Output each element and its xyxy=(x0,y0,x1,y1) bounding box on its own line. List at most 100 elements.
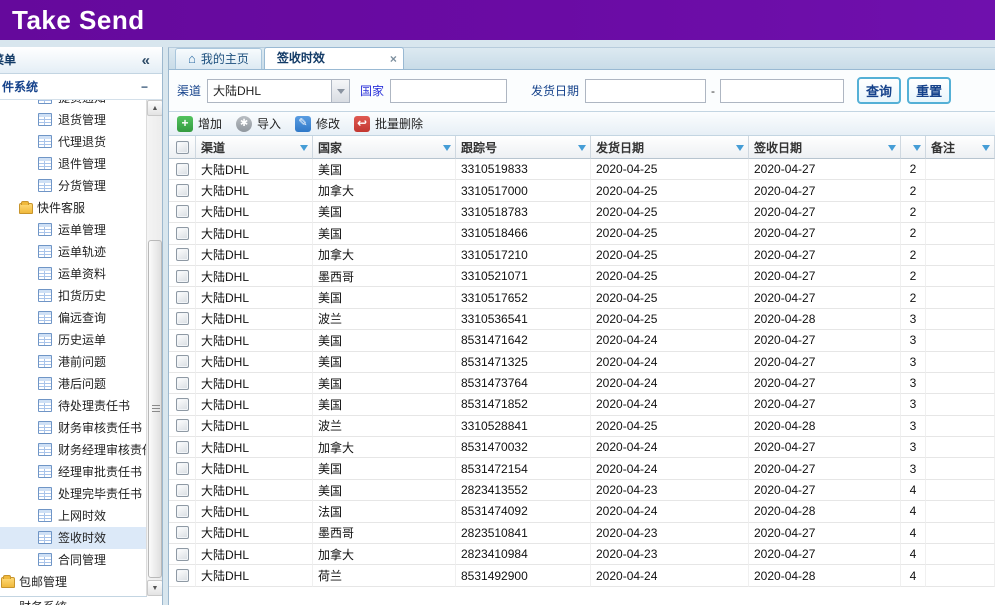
sidebar-item[interactable]: 港后问题 xyxy=(0,373,147,395)
sidebar-item[interactable]: 运单轨迹 xyxy=(0,241,147,263)
table-row[interactable]: 大陆DHL加拿大33105172102020-04-252020-04-272 xyxy=(169,245,995,266)
row-checkbox[interactable] xyxy=(176,441,189,454)
table-row[interactable]: 大陆DHL加拿大28234109842020-04-232020-04-274 xyxy=(169,544,995,565)
row-checkbox[interactable] xyxy=(176,334,189,347)
table-row[interactable]: 大陆DHL加拿大85314700322020-04-242020-04-273 xyxy=(169,437,995,458)
ship-date-from-input[interactable] xyxy=(585,79,706,103)
row-checkbox[interactable] xyxy=(176,569,189,582)
column-header-days[interactable] xyxy=(901,136,926,159)
row-checkbox[interactable] xyxy=(176,548,189,561)
sidebar-item[interactable]: 退货管理 xyxy=(0,109,147,131)
table-row[interactable]: 大陆DHL美国85314713252020-04-242020-04-273 xyxy=(169,352,995,373)
row-checkbox[interactable] xyxy=(176,526,189,539)
tab-sign-time[interactable]: 签收时效 × xyxy=(264,47,404,69)
sidebar-item[interactable]: 运单资料 xyxy=(0,263,147,285)
sidebar-scrollbar[interactable]: ▲ ▼ xyxy=(146,100,162,596)
row-checkbox[interactable] xyxy=(176,248,189,261)
sidebar-item[interactable]: 历史运单 xyxy=(0,329,147,351)
row-checkbox[interactable] xyxy=(176,484,189,497)
row-checkbox[interactable] xyxy=(176,205,189,218)
scroll-up-icon[interactable]: ▲ xyxy=(147,100,163,116)
batch-delete-button[interactable]: ↩ 批量删除 xyxy=(354,115,423,132)
row-checkbox[interactable] xyxy=(176,184,189,197)
select-all-checkbox[interactable] xyxy=(176,141,189,154)
table-row[interactable]: 大陆DHL美国85314737642020-04-242020-04-273 xyxy=(169,373,995,394)
row-checkbox[interactable] xyxy=(176,291,189,304)
filter-icon[interactable] xyxy=(736,145,744,151)
collapse-sidebar-icon[interactable]: « xyxy=(142,47,150,74)
sidebar-item[interactable]: 快件客服 xyxy=(0,197,147,219)
row-checkbox[interactable] xyxy=(176,505,189,518)
column-header-tracking[interactable]: 跟踪号 xyxy=(456,136,591,159)
table-row[interactable]: 大陆DHL法国85314740922020-04-242020-04-284 xyxy=(169,501,995,522)
sidebar-item[interactable]: 分货管理 xyxy=(0,175,147,197)
filter-icon[interactable] xyxy=(578,145,586,151)
sidebar-item[interactable]: 代理退货 xyxy=(0,131,147,153)
sidebar-item[interactable]: 经理审批责任书 xyxy=(0,461,147,483)
tab-home[interactable]: ⌂我的主页 xyxy=(175,48,262,69)
row-checkbox[interactable] xyxy=(176,312,189,325)
table-row[interactable]: 大陆DHL美国33105198332020-04-252020-04-272 xyxy=(169,159,995,180)
table-row[interactable]: 大陆DHL波兰33105288412020-04-252020-04-283 xyxy=(169,416,995,437)
filter-icon[interactable] xyxy=(913,145,921,151)
column-header-country[interactable]: 国家 xyxy=(313,136,456,159)
minus-icon[interactable]: − xyxy=(141,74,148,100)
table-row[interactable]: 大陆DHL墨西哥28235108412020-04-232020-04-274 xyxy=(169,523,995,544)
add-button[interactable]: + 增加 xyxy=(177,115,222,132)
column-header-channel[interactable]: 渠道 xyxy=(196,136,313,159)
filter-icon[interactable] xyxy=(443,145,451,151)
table-row[interactable]: 大陆DHL美国28234135522020-04-232020-04-274 xyxy=(169,480,995,501)
table-row[interactable]: 大陆DHL美国85314716422020-04-242020-04-273 xyxy=(169,330,995,351)
column-header-sign-date[interactable]: 签收日期 xyxy=(749,136,901,159)
sidebar-item[interactable]: 财务经理审核责任书 xyxy=(0,439,147,461)
table-row[interactable]: 大陆DHL美国85314718522020-04-242020-04-273 xyxy=(169,394,995,415)
table-row[interactable]: 大陆DHL美国33105187832020-04-252020-04-272 xyxy=(169,202,995,223)
sidebar-item[interactable]: 上网时效 xyxy=(0,505,147,527)
row-checkbox[interactable] xyxy=(176,419,189,432)
column-header-ship-date[interactable]: 发货日期 xyxy=(591,136,749,159)
row-checkbox[interactable] xyxy=(176,227,189,240)
sidebar-item[interactable]: 港前问题 xyxy=(0,351,147,373)
search-button[interactable]: 查询 xyxy=(857,77,901,104)
sidebar-item[interactable]: 财务审核责任书 xyxy=(0,417,147,439)
reset-button[interactable]: 重置 xyxy=(907,77,951,104)
sidebar-group-header[interactable]: 件系统 − xyxy=(0,74,162,100)
sidebar-item[interactable]: 退件管理 xyxy=(0,153,147,175)
sidebar-item[interactable]: 包邮管理 xyxy=(0,571,147,593)
sidebar-item[interactable]: 偏远查询 xyxy=(0,307,147,329)
sidebar-item[interactable]: 待处理责任书 xyxy=(0,395,147,417)
sidebar-item[interactable]: 处理完毕责任书 xyxy=(0,483,147,505)
sidebar-item[interactable]: 运单管理 xyxy=(0,219,147,241)
sidebar-item-partial[interactable]: 财务系统 xyxy=(0,596,147,605)
table-row[interactable]: 大陆DHL美国85314721542020-04-242020-04-273 xyxy=(169,458,995,479)
row-checkbox[interactable] xyxy=(176,377,189,390)
sidebar-item[interactable]: 扣货历史 xyxy=(0,285,147,307)
edit-button[interactable]: ✎ 修改 xyxy=(295,115,340,132)
close-icon[interactable]: × xyxy=(390,49,397,69)
row-checkbox[interactable] xyxy=(176,163,189,176)
table-row[interactable]: 大陆DHL墨西哥33105210712020-04-252020-04-272 xyxy=(169,266,995,287)
ship-date-to-input[interactable] xyxy=(720,79,844,103)
table-row[interactable]: 大陆DHL美国33105184662020-04-252020-04-272 xyxy=(169,223,995,244)
filter-icon[interactable] xyxy=(982,145,990,151)
row-checkbox[interactable] xyxy=(176,270,189,283)
import-button[interactable]: ✱ 导入 xyxy=(236,115,281,132)
sidebar-item[interactable]: 合同管理 xyxy=(0,549,147,571)
scrollbar-thumb[interactable] xyxy=(148,240,162,578)
filter-icon[interactable] xyxy=(300,145,308,151)
scroll-down-icon[interactable]: ▼ xyxy=(147,580,163,596)
table-row[interactable]: 大陆DHL波兰33105365412020-04-252020-04-283 xyxy=(169,309,995,330)
sidebar-item[interactable]: 签收时效 xyxy=(0,527,147,549)
country-input[interactable] xyxy=(390,79,507,103)
filter-icon[interactable] xyxy=(888,145,896,151)
chevron-down-icon[interactable] xyxy=(331,80,349,102)
column-header-remark[interactable]: 备注 xyxy=(926,136,995,159)
row-checkbox[interactable] xyxy=(176,462,189,475)
table-row[interactable]: 大陆DHL美国33105176522020-04-252020-04-272 xyxy=(169,287,995,308)
table-row[interactable]: 大陆DHL荷兰85314929002020-04-242020-04-284 xyxy=(169,565,995,586)
row-checkbox[interactable] xyxy=(176,355,189,368)
channel-select[interactable]: 大陆DHL xyxy=(207,79,350,103)
row-checkbox[interactable] xyxy=(176,398,189,411)
table-row[interactable]: 大陆DHL加拿大33105170002020-04-252020-04-272 xyxy=(169,180,995,201)
sidebar-item[interactable]: 提货通知 xyxy=(0,100,147,109)
